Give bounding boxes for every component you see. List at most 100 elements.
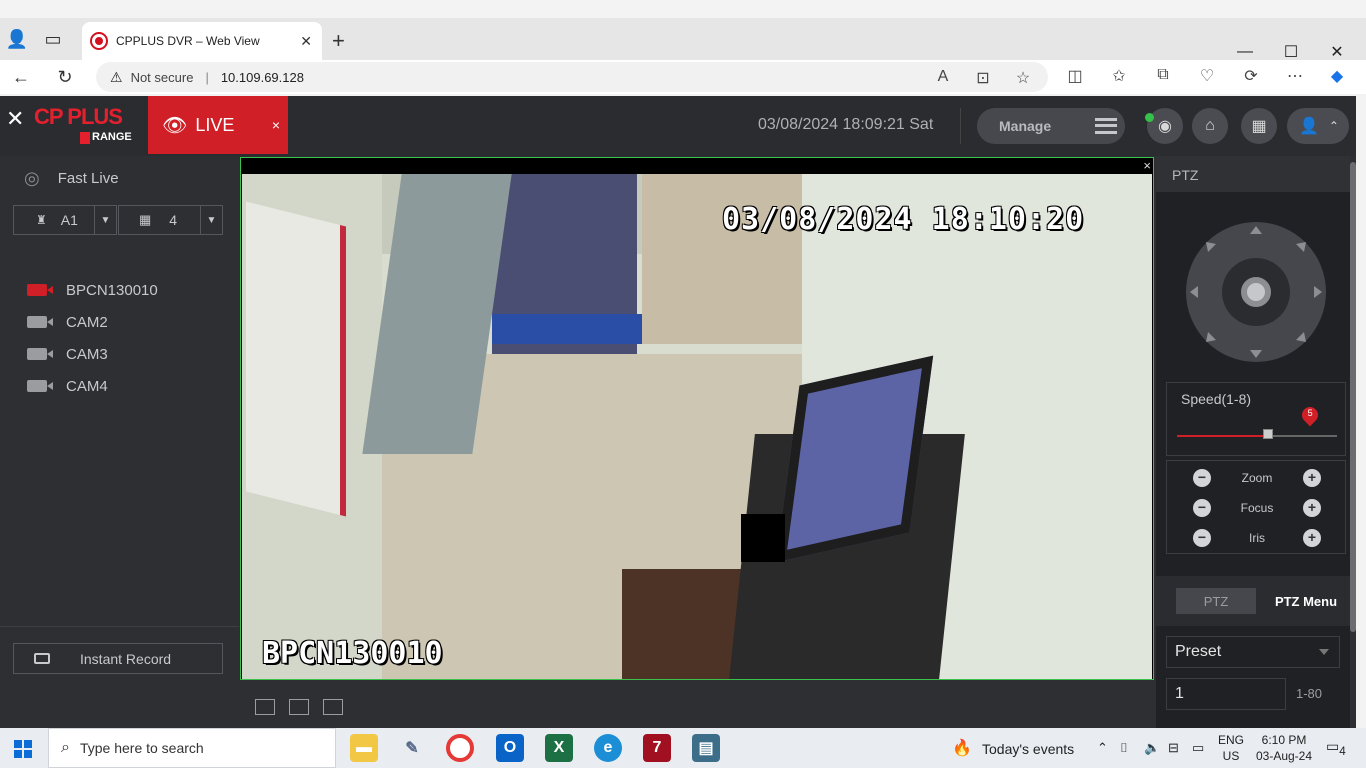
osd-camera-name: BPCN130010: [262, 636, 443, 671]
preset-number-input[interactable]: 1: [1166, 678, 1286, 710]
layout-select[interactable]: ▦ 4 ▼: [118, 205, 223, 235]
manage-label: Manage: [999, 118, 1052, 134]
copilot-icon[interactable]: ◆: [1326, 66, 1348, 86]
clock-time: 6:10 PM: [1261, 733, 1307, 747]
header-divider: [960, 108, 961, 144]
tab-actions-icon[interactable]: ▭: [40, 26, 66, 52]
back-icon[interactable]: ←: [8, 64, 34, 90]
notification-icon[interactable]: ▭4: [1326, 738, 1346, 758]
collections-icon[interactable]: ⧉: [1152, 66, 1174, 84]
window-edge: [1356, 96, 1366, 728]
app-install-icon[interactable]: ⊡: [972, 68, 994, 88]
tab-close-icon[interactable]: ✕: [300, 33, 312, 50]
outlook-icon[interactable]: O: [496, 734, 524, 762]
url-bar[interactable]: ⚠ Not secure | 10.109.69.128 A ⊡ ☆: [96, 62, 1048, 92]
grid-icon: ▦: [139, 212, 152, 227]
document-viewer-icon[interactable]: ▤: [692, 734, 720, 762]
scene-redaction-box: [741, 514, 785, 562]
live-view-area: × 03/08/2024 18:10:20 BPCN130010: [239, 156, 1156, 728]
ptz-joystick[interactable]: [1186, 222, 1326, 362]
edge-share-icon[interactable]: ⟳: [1240, 66, 1262, 86]
video-pane[interactable]: × 03/08/2024 18:10:20 BPCN130010: [240, 157, 1154, 680]
user-menu[interactable]: 👤 ⌃: [1287, 108, 1349, 144]
chevron-down-icon: ▼: [94, 206, 116, 234]
logo-orange-badge: [80, 132, 90, 144]
quad-view-icon[interactable]: [323, 699, 343, 715]
camera-item[interactable]: CAM4: [0, 370, 239, 402]
sidebar: ◎ Fast Live ♜ A1 ▼ ▦ 4 ▼ BPCN130010 CAM2…: [0, 156, 239, 728]
more-icon[interactable]: ⋯: [1284, 66, 1306, 86]
not-secure-label: Not secure: [130, 69, 194, 85]
refresh-icon[interactable]: ↻: [52, 64, 78, 90]
tab-title: CPPLUS DVR – Web View: [116, 34, 260, 48]
fast-live[interactable]: ◎ Fast Live: [24, 168, 119, 189]
home-icon[interactable]: ⌂: [1192, 108, 1228, 144]
camera-feed-image: 03/08/2024 18:10:20 BPCN130010: [242, 174, 1152, 679]
instant-record-button[interactable]: Instant Record: [13, 643, 223, 674]
volume-icon[interactable]: 🔈: [1144, 740, 1160, 756]
events-label[interactable]: Today's events: [982, 741, 1074, 757]
split-screen-icon[interactable]: ◫: [1064, 66, 1086, 86]
chrome-icon[interactable]: [446, 734, 474, 762]
paint-icon[interactable]: ✎: [398, 734, 426, 762]
sidebar-divider: [0, 626, 239, 627]
camera-item[interactable]: CAM3: [0, 338, 239, 370]
network-icon[interactable]: ⌷: [1120, 740, 1128, 756]
fullscreen-icon[interactable]: [255, 699, 275, 715]
fast-live-label: Fast Live: [57, 170, 119, 187]
focus-plus-button[interactable]: +: [1303, 499, 1321, 517]
speed-control: Speed(1-8) 5: [1166, 382, 1346, 456]
windows-start-icon[interactable]: [14, 740, 32, 758]
manage-button[interactable]: Manage: [977, 108, 1125, 144]
taskbar-search[interactable]: ⌕ Type here to search: [48, 728, 336, 768]
browser-tab[interactable]: CPPLUS DVR – Web View ✕: [82, 22, 322, 60]
scene-kiosk-screen: [775, 355, 934, 563]
app-icon[interactable]: 7: [643, 734, 671, 762]
language-indicator[interactable]: ENG US: [1218, 732, 1244, 764]
live-label: LIVE: [195, 114, 235, 135]
preset-select[interactable]: Preset: [1166, 636, 1340, 668]
camera-list: BPCN130010 CAM2 CAM3 CAM4: [0, 274, 239, 402]
live-tab[interactable]: 👁 LIVE ×: [148, 96, 288, 154]
new-tab-button[interactable]: +: [332, 28, 345, 54]
favorites-icon[interactable]: ✩: [1108, 66, 1130, 86]
read-aloud-icon[interactable]: A: [932, 68, 954, 86]
qr-code-icon[interactable]: ▦: [1241, 108, 1277, 144]
profile-icon[interactable]: 👤: [4, 26, 30, 52]
clock[interactable]: 6:10 PM 03-Aug-24: [1252, 732, 1316, 764]
preset-label: Preset: [1175, 643, 1222, 660]
single-view-icon[interactable]: [289, 699, 309, 715]
ptz-center-button[interactable]: [1241, 277, 1271, 307]
camera-item[interactable]: CAM2: [0, 306, 239, 338]
battery-icon[interactable]: ▭: [1192, 740, 1204, 756]
zoom-in-button[interactable]: +: [1303, 469, 1321, 487]
favorite-star-icon[interactable]: ☆: [1012, 68, 1034, 88]
tab-ptz[interactable]: PTZ: [1176, 588, 1256, 614]
video-close-icon[interactable]: ×: [1143, 158, 1151, 173]
excel-icon[interactable]: X: [545, 734, 573, 762]
camera-icon: [27, 316, 53, 328]
file-explorer-icon[interactable]: ▬: [350, 734, 378, 762]
scene-poster: [246, 201, 346, 517]
tab-ptz-menu[interactable]: PTZ Menu: [1272, 588, 1340, 614]
wifi-icon[interactable]: ⊟: [1168, 740, 1179, 756]
browser-essentials-icon[interactable]: ♡: [1196, 66, 1218, 86]
camera-item[interactable]: BPCN130010: [0, 274, 239, 306]
area-select-value: A1: [60, 212, 78, 228]
tray-chevron-icon[interactable]: ⌃: [1097, 740, 1108, 756]
cpplus-logo: ✕ CP PLUS RANGE: [6, 104, 138, 148]
address-bar-row: ← ↻ ⚠ Not secure | 10.109.69.128 A ⊡ ☆ ◫…: [0, 60, 1366, 94]
live-close-icon[interactable]: ×: [272, 117, 280, 133]
speed-slider-knob[interactable]: [1263, 429, 1274, 439]
chevron-down-icon: [1319, 649, 1329, 655]
search-icon: ⌕: [61, 739, 70, 756]
layout-select-value: 4: [169, 212, 178, 228]
chevron-down-icon: ▼: [200, 206, 222, 234]
weather-icon: 🔥: [952, 740, 972, 757]
edge-icon[interactable]: e: [594, 734, 622, 762]
focus-row: − Focus +: [1167, 493, 1347, 523]
app-header: ✕ CP PLUS RANGE 👁 LIVE × 03/08/2024 18:0…: [0, 96, 1356, 156]
area-select[interactable]: ♜ A1 ▼: [13, 205, 117, 235]
iris-plus-button[interactable]: +: [1303, 529, 1321, 547]
video-toolbar: [255, 699, 343, 715]
